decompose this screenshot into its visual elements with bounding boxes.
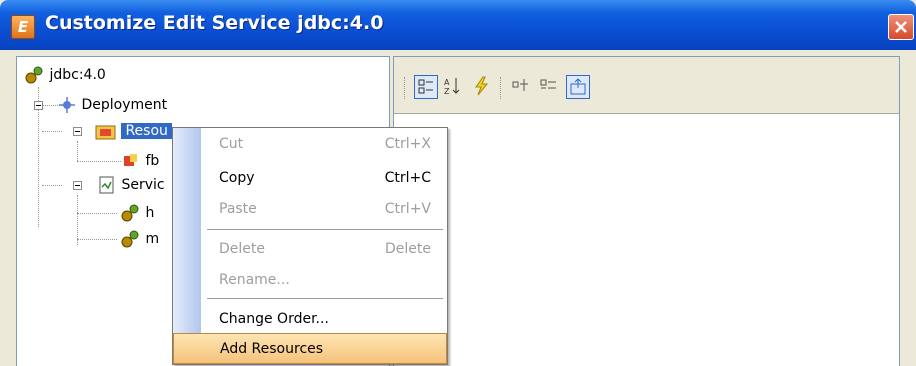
categorized-icon [418, 79, 433, 94]
resource-icon [124, 154, 137, 166]
tree-node-root[interactable]: jdbc:4.0 [23, 63, 106, 87]
sort-alpha-button[interactable]: A Z [442, 75, 466, 99]
tree-node-service-child-2[interactable]: m [119, 227, 159, 251]
expander-services[interactable] [73, 181, 82, 190]
folder-icon [95, 125, 116, 140]
menu-item-copy[interactable]: Copy Ctrl+C [173, 163, 447, 194]
menu-item-paste[interactable]: Paste Ctrl+V [173, 194, 447, 225]
svg-text:A: A [444, 78, 450, 87]
app-icon: E [11, 15, 35, 39]
properties-toolbar: A Z [394, 57, 899, 114]
window-title: Customize Edit Service jdbc:4.0 [45, 12, 384, 34]
menu-item-cut[interactable]: Cut Ctrl+X [173, 129, 447, 160]
close-button[interactable] [888, 14, 914, 40]
menu-separator [207, 298, 443, 299]
menu-item-delete[interactable]: Delete Delete [173, 234, 447, 265]
tree-node-service-child-2-label: m [145, 231, 160, 247]
close-icon [895, 21, 907, 33]
svg-text:Z: Z [444, 87, 450, 96]
collapse-button[interactable] [538, 75, 562, 99]
sort-alpha-icon: A Z [444, 78, 460, 96]
deployment-icon [59, 97, 75, 113]
tree-node-services[interactable]: Servic [97, 173, 165, 197]
properties-pane[interactable]: A Z [393, 56, 900, 366]
tree-node-resource-child-label: fb [145, 153, 160, 169]
tree-node-resource-child[interactable]: fb [121, 149, 159, 173]
service-gear-icon [121, 230, 139, 248]
categorized-button[interactable] [414, 75, 438, 99]
tree-node-service-child-1[interactable]: h [119, 201, 154, 225]
menu-item-rename[interactable]: Rename... [173, 265, 447, 296]
tree-node-deployment-label: Deployment [81, 97, 168, 113]
tree-node-services-label: Servic [121, 177, 165, 193]
events-icon [475, 76, 489, 96]
menu-item-change-order[interactable]: Change Order... [173, 304, 447, 335]
menu-separator [207, 229, 443, 230]
dialog-window: E Customize Edit Service jdbc:4.0 jdbc:4… [0, 0, 916, 366]
context-menu: Cut Ctrl+X Copy Ctrl+C Paste Ctrl+V Dele… [172, 127, 448, 365]
title-bar[interactable]: E Customize Edit Service jdbc:4.0 [0, 0, 916, 50]
show-description-button[interactable] [566, 75, 590, 99]
expand-icon [512, 79, 528, 91]
expander-resources[interactable] [73, 127, 82, 136]
service-gear-icon [121, 204, 139, 222]
collapse-icon [540, 79, 556, 89]
service-gear-icon [25, 66, 43, 84]
expander-deployment[interactable] [34, 101, 43, 110]
show-description-icon [570, 78, 586, 95]
document-icon [99, 176, 114, 194]
expand-button[interactable] [510, 75, 534, 99]
tree-node-root-label: jdbc:4.0 [49, 67, 106, 83]
tree-node-service-child-1-label: h [145, 205, 155, 221]
tree-node-resources[interactable]: Resou [95, 119, 172, 143]
tree-node-deployment[interactable]: Deployment [57, 93, 167, 117]
tree-node-resources-label: Resou [121, 123, 172, 139]
menu-item-add-resources[interactable]: Add Resources [173, 333, 447, 364]
events-button[interactable] [470, 75, 494, 99]
